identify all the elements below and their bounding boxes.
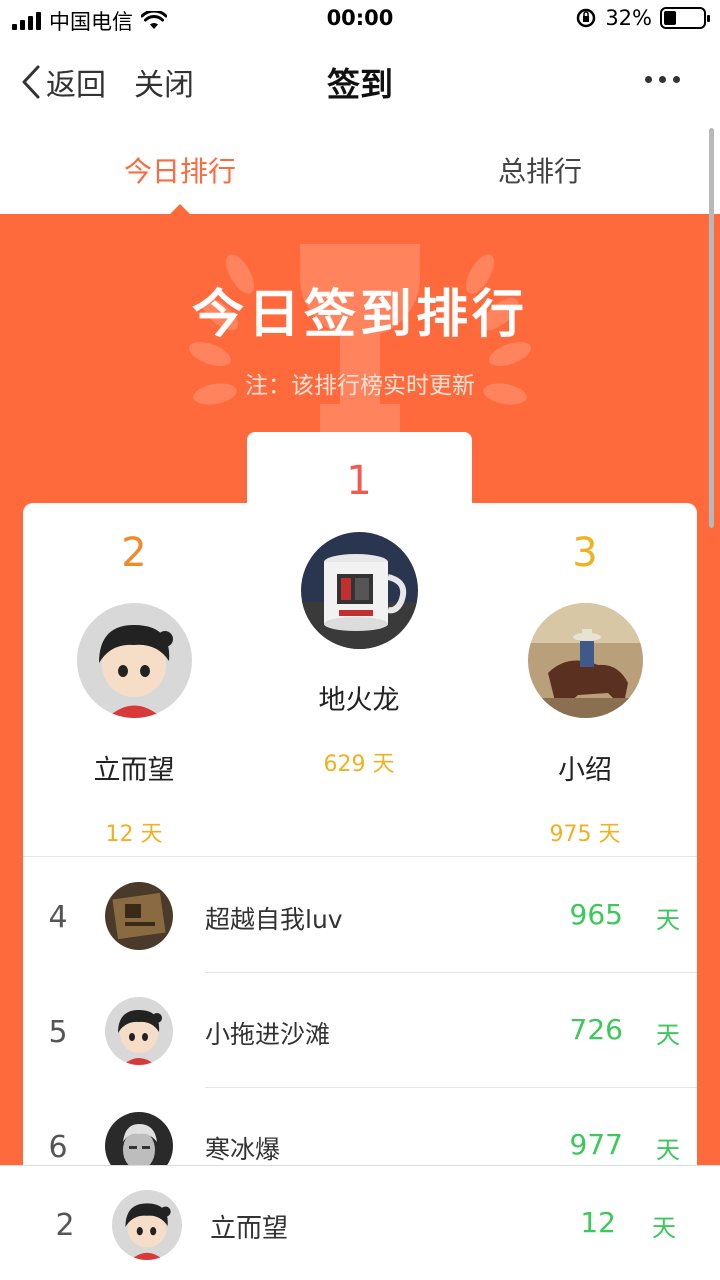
third-place-name: 小绍 xyxy=(558,755,612,786)
page-title: 签到 xyxy=(327,65,393,104)
back-label: 返回 xyxy=(46,68,106,103)
close-button[interactable]: 关闭 xyxy=(134,60,194,104)
row-name: 小拖进沙滩 xyxy=(205,1020,331,1049)
my-avatar xyxy=(112,1190,182,1260)
my-rank: 2 xyxy=(55,1208,75,1243)
chevron-left-icon xyxy=(22,65,40,99)
third-place-rank: 3 xyxy=(572,530,598,576)
battery-icon xyxy=(660,7,710,29)
status-bar: 中国电信 00:00 32% xyxy=(0,0,720,38)
row-avatar xyxy=(105,997,173,1065)
first-place-name: 地火龙 xyxy=(318,685,400,716)
first-place-avatar[interactable] xyxy=(301,532,418,649)
banner-title: 今日签到排行 xyxy=(191,285,528,345)
my-unit: 天 xyxy=(652,1214,676,1242)
third-place-days: 975 天 xyxy=(549,822,621,847)
podium-divider xyxy=(23,856,697,857)
status-right: 32% xyxy=(575,6,710,30)
more-menu-icon[interactable] xyxy=(645,76,680,83)
ranking-row[interactable]: 5 小拖进沙滩 726 天 xyxy=(23,973,697,1088)
row-rank: 6 xyxy=(48,1130,68,1165)
row-days: 965 xyxy=(569,898,623,931)
tab-total-ranking[interactable]: 总排行 xyxy=(360,150,720,190)
row-unit: 天 xyxy=(656,1021,680,1049)
row-unit: 天 xyxy=(656,1136,680,1164)
active-tab-indicator xyxy=(170,204,190,214)
second-place-rank: 2 xyxy=(121,530,147,576)
second-place-days: 12 天 xyxy=(105,822,163,847)
row-name: 寒冰爆 xyxy=(205,1135,281,1164)
row-rank: 5 xyxy=(48,1015,68,1050)
battery-percent: 32% xyxy=(605,6,652,30)
third-place-avatar[interactable] xyxy=(528,603,643,718)
tab-bar: 今日排行 总排行 xyxy=(0,124,720,214)
my-days: 12 xyxy=(580,1206,616,1239)
tab-today-ranking[interactable]: 今日排行 xyxy=(0,150,360,190)
my-name: 立而望 xyxy=(210,1214,289,1244)
row-days: 726 xyxy=(569,1013,623,1046)
row-avatar xyxy=(105,882,173,950)
row-name: 超越自我luv xyxy=(205,905,343,934)
nav-bar: 返回 关闭 签到 xyxy=(0,38,720,124)
second-place-name: 立而望 xyxy=(93,755,175,786)
back-button[interactable]: 返回 xyxy=(20,60,106,104)
second-place-avatar[interactable] xyxy=(77,603,192,718)
first-place-rank: 1 xyxy=(346,458,372,504)
my-rank-bar[interactable]: 2 立而望 12 天 xyxy=(0,1165,720,1280)
row-rank: 4 xyxy=(48,900,68,935)
scrollbar[interactable] xyxy=(709,128,714,528)
row-unit: 天 xyxy=(656,906,680,934)
banner-note: 注：该排行榜实时更新 xyxy=(245,373,475,399)
orientation-lock-icon xyxy=(577,8,596,28)
ranking-row[interactable]: 4 超越自我luv 965 天 xyxy=(23,858,697,973)
row-days: 977 xyxy=(569,1128,623,1161)
first-place-days: 629 天 xyxy=(323,752,395,777)
